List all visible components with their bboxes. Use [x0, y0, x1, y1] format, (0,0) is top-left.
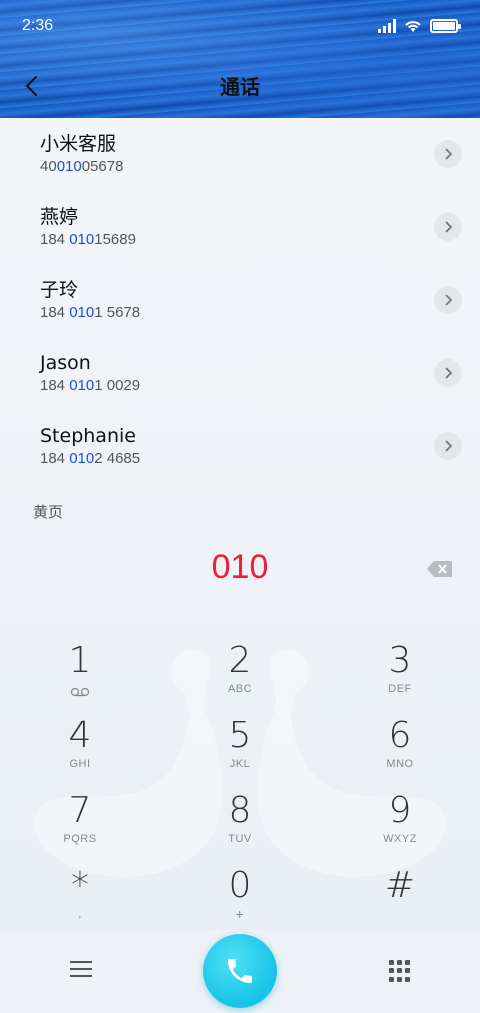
contact-name: 子玲	[40, 279, 79, 301]
key-2[interactable]: 2 ABC	[180, 640, 300, 710]
contact-row[interactable]: 子玲 184 0101 5678	[0, 264, 480, 337]
status-bar: 2:36	[0, 0, 480, 52]
back-button[interactable]	[12, 66, 52, 106]
backspace-button[interactable]	[426, 559, 454, 579]
dial-entry[interactable]: 010	[0, 548, 480, 598]
chevron-right-icon	[445, 148, 453, 160]
contact-detail-button[interactable]	[434, 432, 462, 460]
chevron-right-icon	[445, 440, 453, 452]
contact-row[interactable]: 燕婷 184 01015689	[0, 191, 480, 264]
call-button[interactable]	[203, 934, 277, 1008]
chevron-right-icon	[445, 221, 453, 233]
key-hash[interactable]: #	[340, 865, 460, 935]
chevron-right-icon	[445, 367, 453, 379]
contact-detail-button[interactable]	[434, 140, 462, 168]
contact-number: 184 0101 0029	[40, 377, 141, 394]
key-5[interactable]: 5 JKL	[180, 715, 300, 785]
nav-bar: 通话	[0, 60, 480, 110]
menu-icon[interactable]	[70, 961, 92, 981]
contact-name: Jason	[40, 352, 91, 374]
status-time: 2:36	[22, 17, 54, 34]
key-7[interactable]: 7 PQRS	[20, 790, 140, 860]
contact-list: 小米客服 4001005678 燕婷 184 01015689 子玲 184 0…	[0, 118, 480, 483]
backspace-icon	[427, 561, 452, 577]
dialpad-icon[interactable]	[388, 960, 410, 982]
contact-row[interactable]: Stephanie 184 0102 4685	[0, 410, 480, 483]
contact-name: 小米客服	[40, 133, 117, 155]
page-title: 通话	[220, 74, 260, 99]
contact-detail-button[interactable]	[434, 213, 462, 241]
wifi-icon	[405, 21, 421, 32]
key-3[interactable]: 3 DEF	[340, 640, 460, 710]
key-1[interactable]: 1	[20, 640, 140, 710]
contact-number: 184 0102 4685	[40, 450, 141, 467]
contact-name: Stephanie	[40, 425, 136, 447]
bottom-bar	[0, 930, 480, 1013]
chevron-right-icon	[445, 294, 453, 306]
key-4[interactable]: 4 GHI	[20, 715, 140, 785]
key-9[interactable]: 9 WXYZ	[340, 790, 460, 860]
contact-row[interactable]: 小米客服 4001005678	[0, 118, 480, 191]
key-6[interactable]: 6 MNO	[340, 715, 460, 785]
contact-detail-button[interactable]	[434, 286, 462, 314]
voicemail-icon	[70, 687, 90, 697]
contact-number: 4001005678	[40, 158, 124, 175]
contact-number: 184 01015689	[40, 231, 136, 248]
yellow-pages-link[interactable]: 黄页	[33, 501, 63, 522]
contact-number: 184 0101 5678	[40, 304, 141, 321]
status-icons	[378, 19, 461, 33]
signal-icon	[378, 19, 396, 33]
contact-row[interactable]: Jason 184 0101 0029	[0, 337, 480, 410]
key-star[interactable]: * ,	[20, 865, 140, 935]
contact-detail-button[interactable]	[434, 359, 462, 387]
phone-icon	[228, 959, 252, 983]
battery-icon	[430, 19, 461, 33]
header: 2:36 通话	[0, 0, 480, 118]
chevron-left-icon	[25, 76, 37, 96]
key-0[interactable]: 0 +	[180, 865, 300, 935]
key-8[interactable]: 8 TUV	[180, 790, 300, 860]
contact-name: 燕婷	[40, 206, 79, 228]
